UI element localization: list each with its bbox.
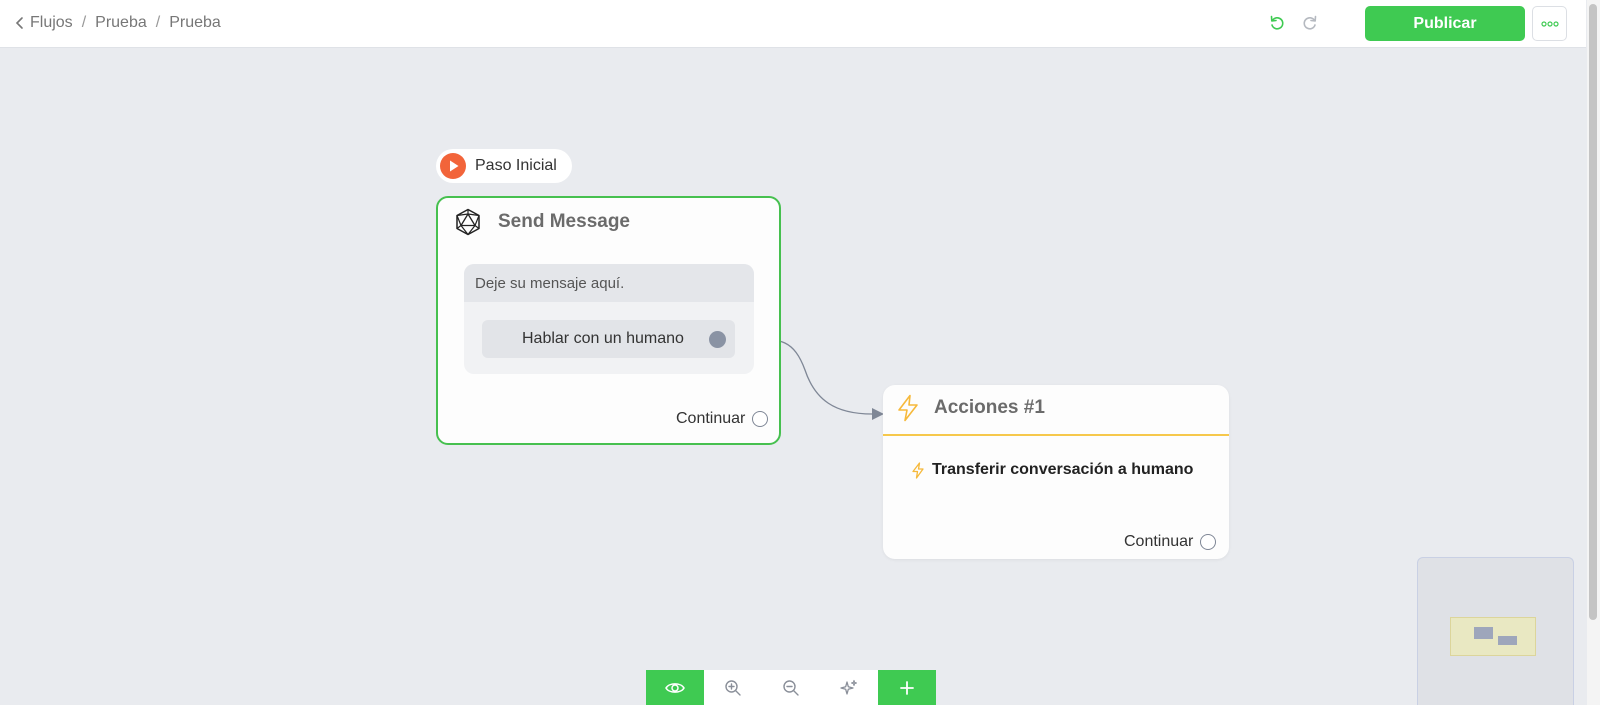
quick-reply-button[interactable]: Hablar con un humano: [482, 320, 735, 358]
continue-label: Continuar: [676, 410, 746, 427]
minimap-node: [1498, 636, 1517, 645]
actions-node[interactable]: Acciones #1 Transferir conversación a hu…: [883, 385, 1229, 559]
start-step-text: Paso Inicial: [475, 157, 557, 174]
continue-output: Continuar: [676, 410, 769, 428]
node-header: Acciones #1: [895, 394, 1045, 422]
lightning-icon: [895, 394, 921, 422]
action-label: Transferir conversación a humano: [932, 461, 1194, 478]
continue-output-port[interactable]: [752, 411, 769, 427]
continue-output-port[interactable]: [1200, 534, 1217, 550]
message-card[interactable]: Deje su mensaje aquí. Hablar con un huma…: [464, 264, 754, 374]
minimap-node: [1474, 627, 1493, 639]
eye-icon: [665, 681, 685, 695]
zoom-out-button[interactable]: [762, 670, 820, 705]
message-text[interactable]: Deje su mensaje aquí.: [464, 264, 754, 302]
plus-icon: [899, 680, 915, 696]
auto-layout-button[interactable]: [820, 670, 878, 705]
node-title: Send Message: [498, 211, 630, 232]
lightning-icon: [911, 461, 925, 479]
continue-output: Continuar: [1124, 533, 1217, 551]
continue-label: Continuar: [1124, 533, 1194, 550]
quick-reply-label: Hablar con un humano: [522, 330, 684, 347]
action-item[interactable]: Transferir conversación a humano: [911, 461, 1193, 479]
node-header: Send Message: [454, 208, 630, 236]
minimap-viewport[interactable]: [1450, 617, 1536, 656]
reply-output-port[interactable]: [709, 331, 726, 348]
zoom-out-icon: [782, 679, 800, 697]
connection-edge: [751, 338, 884, 420]
icosahedron-icon: [454, 208, 482, 236]
preview-button[interactable]: [646, 670, 704, 705]
add-node-button[interactable]: [878, 670, 936, 705]
zoom-in-button[interactable]: [704, 670, 762, 705]
minimap[interactable]: [1417, 557, 1574, 705]
send-message-node[interactable]: Send Message Deje su mensaje aquí. Habla…: [436, 196, 781, 445]
node-header-divider: [883, 434, 1229, 436]
vertical-scrollbar[interactable]: [1587, 0, 1600, 705]
sparkles-icon: [840, 679, 858, 697]
node-title: Acciones #1: [934, 397, 1045, 418]
canvas-toolbar: [646, 670, 936, 705]
start-step-label[interactable]: Paso Inicial: [436, 149, 572, 183]
scrollbar-thumb[interactable]: [1589, 4, 1597, 620]
zoom-in-icon: [724, 679, 742, 697]
play-icon: [440, 153, 466, 179]
